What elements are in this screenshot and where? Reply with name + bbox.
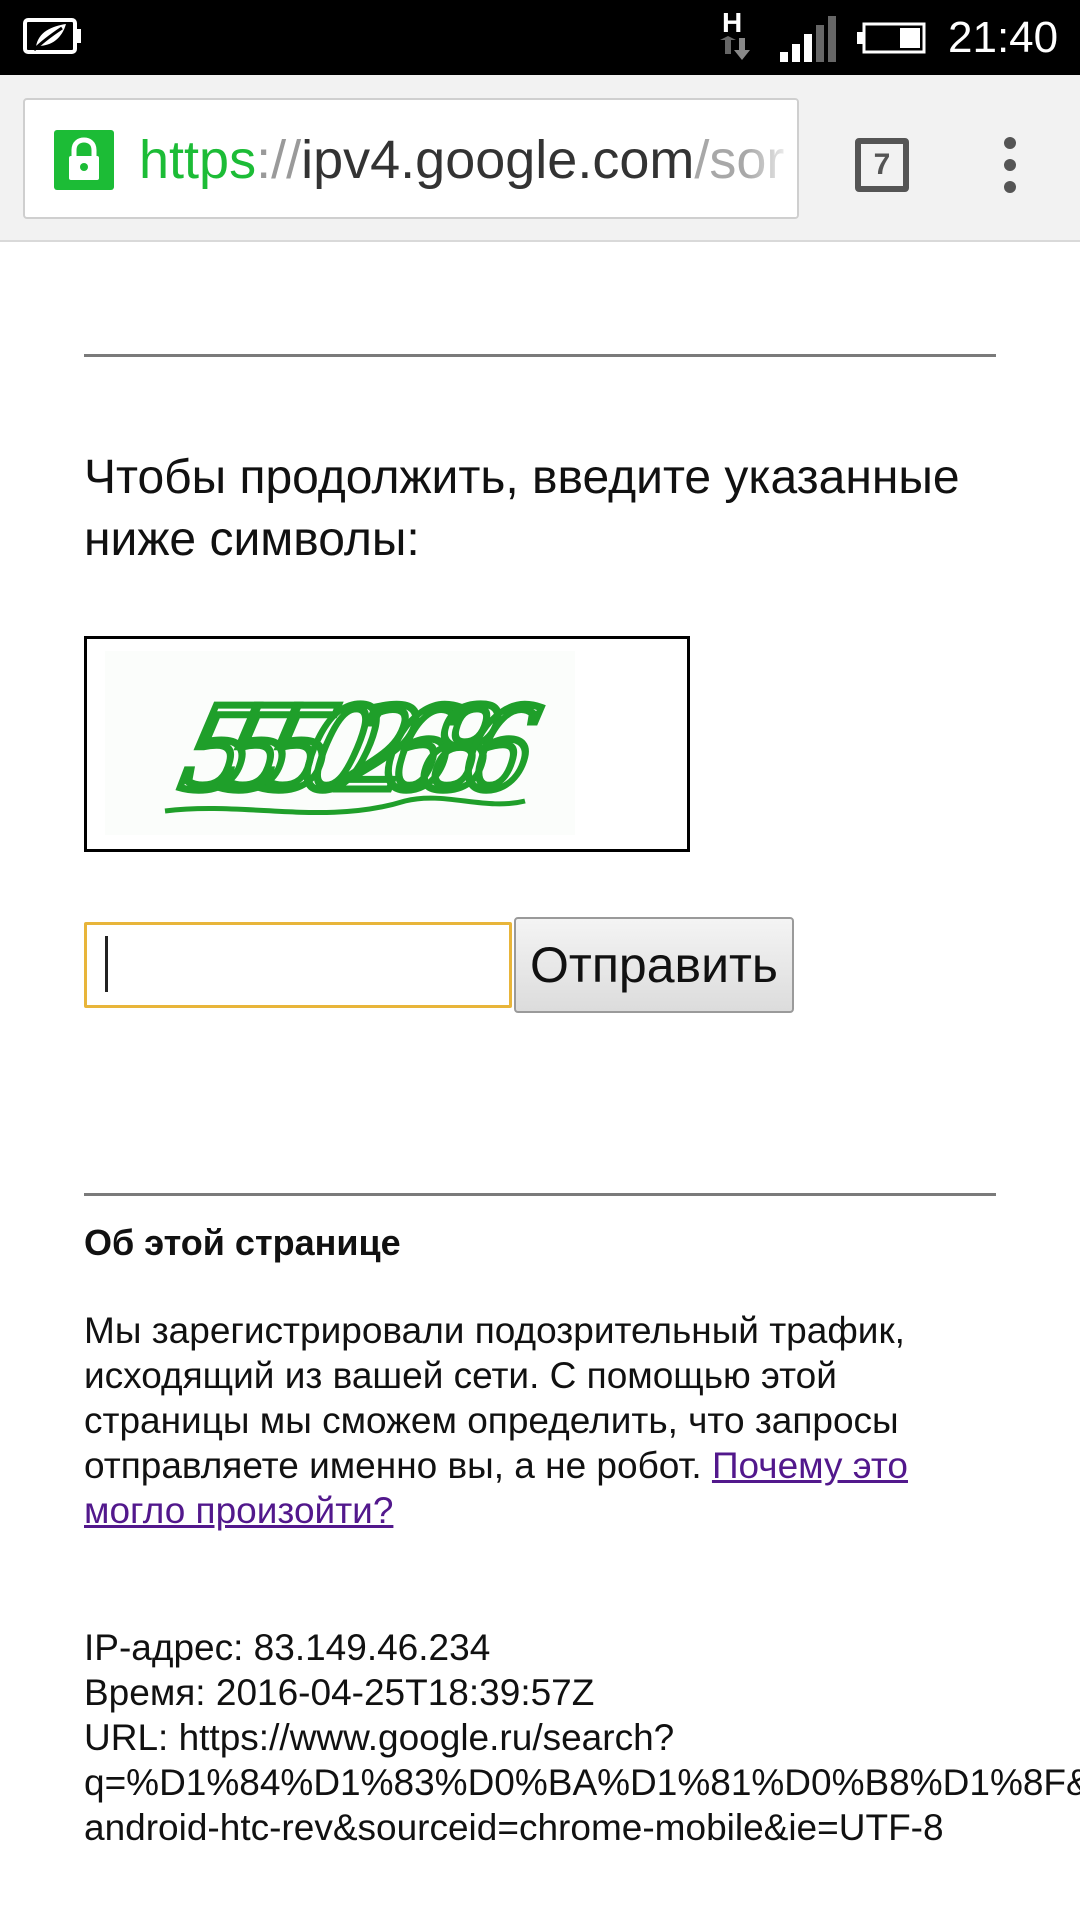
- tab-switcher-button[interactable]: 7: [855, 138, 909, 192]
- signal-icon: [780, 16, 836, 62]
- divider-bottom: [84, 1193, 996, 1196]
- about-text: Мы зарегистрировали подозрительный трафи…: [84, 1308, 1004, 1533]
- browser-toolbar: https://ipv4.google.com/sor 7: [0, 75, 1080, 242]
- captcha-prompt: Чтобы продолжить, введите указанные ниже…: [84, 451, 960, 566]
- svg-text:H: H: [722, 7, 742, 38]
- divider-top: [84, 354, 996, 357]
- request-url-line1: URL: https://www.google.ru/search?: [84, 1717, 675, 1758]
- submit-button[interactable]: Отправить: [514, 917, 794, 1013]
- svg-text:55502686: 55502686: [170, 676, 549, 818]
- network-h-icon: H: [720, 7, 750, 60]
- battery-icon: [857, 22, 926, 54]
- captcha-image: 55502686: [84, 636, 690, 852]
- captcha-input[interactable]: [84, 922, 512, 1008]
- address-bar[interactable]: https://ipv4.google.com/sor: [23, 98, 799, 219]
- overflow-menu-icon[interactable]: [990, 133, 1030, 197]
- url-text[interactable]: https://ipv4.google.com/sor: [139, 128, 784, 192]
- about-title: Об этой странице: [84, 1222, 401, 1263]
- ip-address: IP-адрес: 83.149.46.234: [84, 1627, 491, 1668]
- secure-lock-icon[interactable]: [54, 130, 114, 190]
- request-url-line2: q=%D1%84%D1%83%D0%BA%D1%81%D0%B8%D1%8F&o…: [84, 1762, 1080, 1803]
- request-info: IP-адрес: 83.149.46.234 Время: 2016-04-2…: [84, 1625, 1080, 1850]
- url-host: ipv4.google.com: [301, 130, 695, 190]
- clock: 21:40: [948, 13, 1059, 62]
- captcha-graphic: 55502686: [105, 651, 575, 835]
- request-time: Время: 2016-04-25T18:39:57Z: [84, 1672, 595, 1713]
- url-separator: ://: [256, 130, 302, 190]
- status-bar: H 21:40: [0, 0, 1080, 75]
- request-url-line3: android-htc-rev&sourceid=chrome-mobile&i…: [84, 1807, 944, 1848]
- url-scheme: https: [139, 130, 257, 190]
- leaf-battery-saver-icon: [23, 18, 81, 54]
- text-caret: [105, 936, 108, 992]
- url-fade: [747, 100, 797, 217]
